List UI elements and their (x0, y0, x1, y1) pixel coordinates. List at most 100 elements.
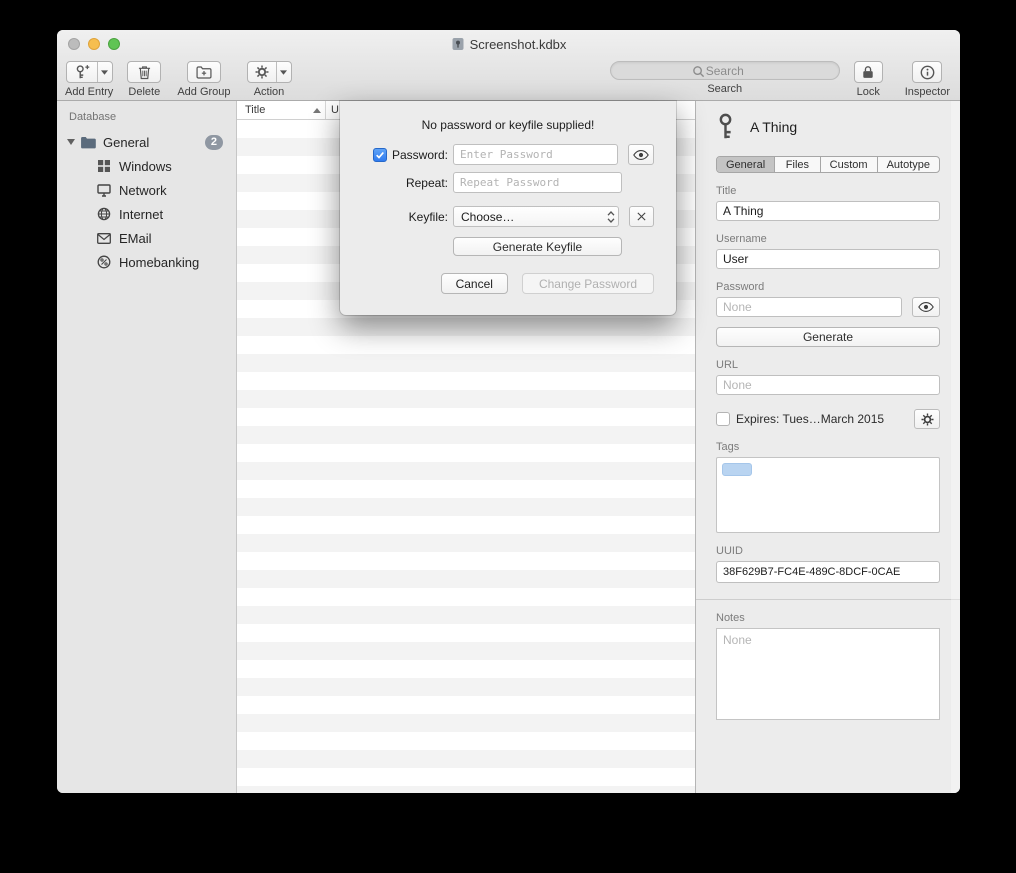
disclosure-triangle[interactable] (63, 139, 79, 145)
sheet-password-reveal-button[interactable] (628, 144, 654, 165)
delete-button[interactable] (127, 61, 161, 83)
globe-icon (95, 207, 113, 221)
column-header-title[interactable]: Title (237, 101, 325, 119)
lock-label: Lock (857, 86, 880, 98)
entry-key-icon (716, 113, 735, 141)
sidebar-header: Database (57, 107, 236, 130)
expires-checkbox[interactable] (716, 412, 730, 426)
key-plus-icon (67, 62, 97, 82)
app-window: Screenshot.kdbx Add Entry (57, 30, 960, 793)
sort-ascending-icon (313, 108, 321, 113)
keyfile-popup[interactable]: Choose… (453, 206, 619, 227)
generate-button[interactable]: Generate (716, 327, 940, 347)
window-chrome: Screenshot.kdbx Add Entry (57, 30, 960, 101)
windows-icon (95, 159, 113, 173)
url-field[interactable] (716, 375, 940, 395)
toolbar: Add Entry Delete (57, 58, 960, 101)
document-icon (451, 37, 465, 51)
inspector-tabs: General Files Custom Autotype (716, 156, 940, 173)
sheet-keyfile-label: Keyfile: (409, 210, 448, 224)
sidebar-item-label: Network (119, 183, 167, 198)
username-label: Username (716, 233, 940, 245)
column-header-username[interactable]: U (326, 104, 339, 116)
search-field[interactable] (610, 61, 840, 80)
tags-box[interactable] (716, 457, 940, 533)
url-label: URL (716, 359, 940, 371)
sidebar: Database General 2 Windows (57, 101, 237, 793)
title-field[interactable] (716, 201, 940, 221)
sidebar-item-general[interactable]: General 2 (57, 130, 236, 154)
password-checkbox[interactable] (373, 148, 387, 162)
action-dropdown[interactable] (276, 62, 291, 82)
search-label: Search (707, 83, 742, 95)
check-icon (375, 150, 385, 160)
add-group-button[interactable] (187, 61, 221, 83)
entry-title: A Thing (750, 119, 797, 135)
sidebar-item-label: Windows (119, 159, 172, 174)
change-password-sheet: No password or keyfile supplied! Passwor… (340, 101, 676, 315)
tab-autotype[interactable]: Autotype (878, 157, 939, 172)
tab-files[interactable]: Files (775, 157, 821, 172)
sidebar-item-label: General (103, 135, 149, 150)
lock-icon (862, 65, 874, 79)
close-button[interactable] (68, 38, 80, 50)
titlebar[interactable]: Screenshot.kdbx (57, 30, 960, 58)
cancel-button[interactable]: Cancel (441, 273, 508, 294)
sidebar-item-email[interactable]: EMail (57, 226, 236, 250)
window-title: Screenshot.kdbx (470, 37, 567, 52)
password-label: Password (716, 281, 940, 293)
search-input[interactable] (611, 63, 839, 80)
folder-icon (79, 136, 97, 149)
action-button[interactable] (247, 61, 292, 83)
username-field[interactable] (716, 249, 940, 269)
keyfile-clear-button[interactable] (629, 206, 654, 227)
tag-chip[interactable] (722, 463, 752, 476)
add-entry-label: Add Entry (65, 86, 113, 98)
password-reveal-button[interactable] (912, 297, 940, 317)
sheet-password-input[interactable] (453, 144, 618, 165)
sheet-repeat-input[interactable] (453, 172, 622, 193)
search-icon (692, 65, 705, 78)
generate-keyfile-button[interactable]: Generate Keyfile (453, 237, 622, 256)
notes-field[interactable] (716, 628, 940, 720)
add-entry-dropdown[interactable] (97, 62, 112, 82)
percent-coin-icon (95, 255, 113, 269)
tab-general[interactable]: General (717, 157, 775, 172)
tags-label: Tags (716, 441, 940, 453)
gear-icon (248, 62, 276, 82)
sheet-message: No password or keyfile supplied! (362, 118, 654, 132)
inspector-scrollbar[interactable] (951, 101, 960, 793)
zoom-button[interactable] (108, 38, 120, 50)
uuid-label: UUID (716, 545, 940, 557)
envelope-icon (95, 233, 113, 244)
keyfile-popup-value: Choose… (461, 210, 514, 224)
inspector-label: Inspector (905, 86, 950, 98)
sheet-repeat-label: Repeat: (406, 176, 448, 190)
notes-label: Notes (716, 612, 940, 624)
chevron-updown-icon (607, 211, 615, 223)
inspector-button[interactable] (912, 61, 942, 83)
action-label: Action (254, 86, 285, 98)
uuid-field[interactable] (716, 561, 940, 583)
inspector-panel: A Thing General Files Custom Autotype Ti… (695, 101, 960, 793)
entry-count-badge: 2 (205, 135, 223, 150)
password-field[interactable] (716, 297, 902, 317)
change-password-button[interactable]: Change Password (522, 273, 654, 294)
sidebar-item-windows[interactable]: Windows (57, 154, 236, 178)
lock-button[interactable] (854, 61, 883, 83)
sidebar-item-homebanking[interactable]: Homebanking (57, 250, 236, 274)
desktop-background: Screenshot.kdbx Add Entry (0, 0, 1016, 873)
sidebar-item-network[interactable]: Network (57, 178, 236, 202)
sidebar-item-internet[interactable]: Internet (57, 202, 236, 226)
expires-settings-button[interactable] (914, 409, 940, 429)
add-group-label: Add Group (177, 86, 230, 98)
eye-icon (633, 149, 649, 161)
x-icon (636, 211, 647, 222)
sidebar-item-label: EMail (119, 231, 152, 246)
tab-custom[interactable]: Custom (821, 157, 878, 172)
expires-label: Expires: Tues…March 2015 (736, 412, 884, 426)
add-entry-button[interactable] (66, 61, 113, 83)
minimize-button[interactable] (88, 38, 100, 50)
eye-icon (918, 301, 934, 313)
divider (696, 599, 960, 600)
